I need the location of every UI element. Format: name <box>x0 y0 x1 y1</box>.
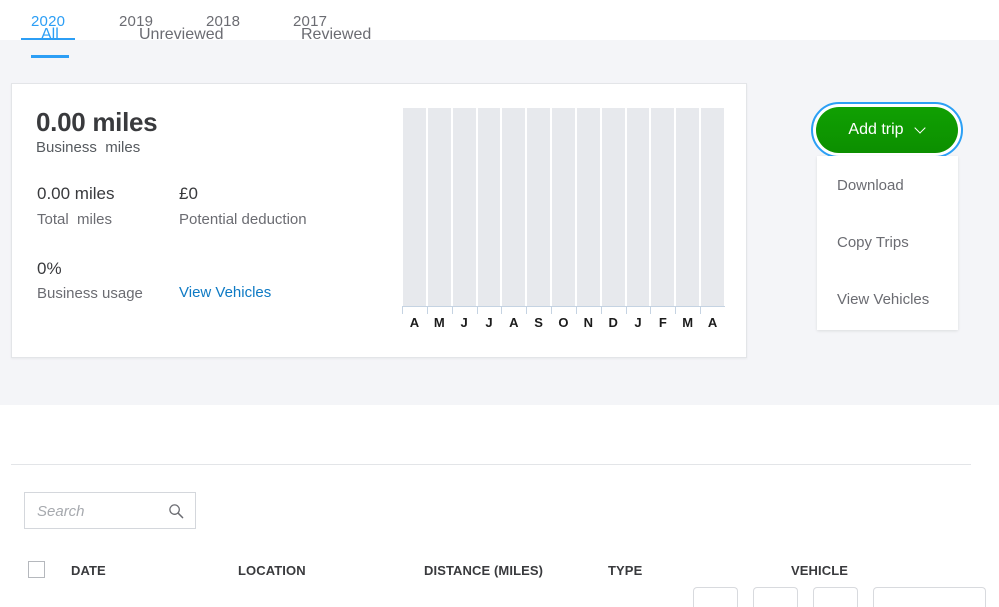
chart-bar-track <box>626 108 650 306</box>
chart-x-axis-labels: AMJJASONDJFMA <box>402 314 725 332</box>
chart-x-label: N <box>583 315 594 330</box>
status-tab-bar: All Unreviewed Reviewed <box>11 26 971 66</box>
chart-bar-track <box>576 108 600 306</box>
chart-bar-J-3[interactable] <box>477 108 502 306</box>
chart-bar-A-0[interactable] <box>402 108 427 306</box>
total-miles-label: Total miles <box>37 211 113 228</box>
chart-bar-A-4[interactable] <box>501 108 526 306</box>
dropdown-item-view-vehicles[interactable]: View Vehicles <box>837 291 929 308</box>
chart-bar-M-1[interactable] <box>427 108 452 306</box>
dropdown-item-copy-trips[interactable]: Copy Trips <box>837 234 909 251</box>
chart-tick <box>551 307 576 314</box>
chart-x-label: M <box>682 315 694 330</box>
column-header-type[interactable]: TYPE <box>608 563 642 578</box>
chart-x-axis-ticks <box>402 307 725 314</box>
chart-bar-J-2[interactable] <box>452 108 477 306</box>
status-tab-label: Unreviewed <box>139 26 224 43</box>
add-trip-button[interactable]: Add trip <box>816 107 958 153</box>
status-tab-label: All <box>41 26 59 43</box>
chart-tick <box>501 307 526 314</box>
search-box[interactable] <box>24 492 196 530</box>
chart-bar-track <box>676 108 700 306</box>
status-tab-active-underline <box>31 55 69 58</box>
chart-bar-track <box>452 108 476 306</box>
status-tabs-divider <box>11 464 971 465</box>
chart-bar-track <box>403 108 426 306</box>
chart-bar-J-9[interactable] <box>626 108 651 306</box>
chart-x-label: A <box>509 315 519 330</box>
business-miles-value: 0.00 miles <box>36 107 158 137</box>
chart-x-label: J <box>634 315 642 330</box>
column-header-location[interactable]: LOCATION <box>238 563 306 578</box>
chart-tick <box>451 307 477 314</box>
monthly-mileage-chart: AMJJASONDJFMA <box>402 108 725 330</box>
chart-bar-O-6[interactable] <box>551 108 576 306</box>
chart-tick <box>675 307 700 314</box>
chart-bar-S-5[interactable] <box>526 108 551 306</box>
select-all-checkbox[interactable] <box>28 561 45 578</box>
add-trip-button-group: Add trip <box>811 102 963 158</box>
status-tab-unreviewed[interactable]: Unreviewed <box>139 26 223 58</box>
table-control-button-3[interactable] <box>873 587 986 607</box>
status-tab-all[interactable]: All <box>31 26 69 58</box>
chart-x-label: O <box>558 315 569 330</box>
chart-tick <box>426 307 452 314</box>
chart-x-label: J <box>460 315 468 330</box>
chart-tick <box>700 307 725 314</box>
chart-x-label: J <box>485 315 493 330</box>
chart-bar-track <box>427 108 451 306</box>
column-header-vehicle[interactable]: VEHICLE <box>791 563 848 578</box>
column-header-date[interactable]: DATE <box>71 563 106 578</box>
table-control-button-0[interactable] <box>693 587 738 607</box>
chart-bar-track <box>552 108 575 306</box>
dropdown-item-download[interactable]: Download <box>837 177 904 194</box>
chart-bar-M-11[interactable] <box>675 108 700 306</box>
chart-x-label: A <box>707 315 718 330</box>
table-control-button-2[interactable] <box>813 587 858 607</box>
chart-tick <box>402 307 427 314</box>
column-header-distance-miles[interactable]: DISTANCE (MILES) <box>424 563 543 578</box>
business-miles-label: Business miles <box>36 139 141 156</box>
chart-bar-track <box>477 108 501 306</box>
business-usage-value: 0% <box>37 259 62 278</box>
chart-x-label: D <box>608 315 618 330</box>
view-vehicles-link[interactable]: View Vehicles <box>179 284 271 301</box>
chart-bar-track <box>502 108 526 306</box>
chart-bar-track <box>601 108 625 306</box>
chart-tick <box>476 307 502 314</box>
chart-tick <box>575 307 601 314</box>
search-input[interactable] <box>35 493 164 530</box>
chart-x-label: S <box>534 315 543 330</box>
add-trip-button-label: Add trip <box>848 121 904 138</box>
chart-plot-area <box>402 108 725 306</box>
chart-x-label: M <box>433 315 445 330</box>
chart-tick <box>650 307 675 314</box>
chart-bar-F-10[interactable] <box>650 108 675 306</box>
status-tab-label: Reviewed <box>301 26 372 43</box>
chart-bar-D-8[interactable] <box>601 108 626 306</box>
search-icon[interactable] <box>168 503 184 519</box>
potential-deduction-value: £0 <box>179 184 198 203</box>
add-trip-dropdown-menu: Download Copy Trips View Vehicles <box>817 156 958 330</box>
total-miles-value: 0.00 miles <box>37 184 115 203</box>
status-tab-reviewed[interactable]: Reviewed <box>301 26 371 58</box>
chart-bar-track <box>527 108 551 306</box>
chart-bar-track <box>701 108 724 306</box>
chart-x-label: F <box>658 315 667 330</box>
potential-deduction-label: Potential deduction <box>179 211 307 228</box>
chart-bar-N-7[interactable] <box>576 108 601 306</box>
chevron-down-icon <box>915 123 926 134</box>
chart-tick <box>625 307 651 314</box>
chart-bar-track <box>651 108 675 306</box>
business-usage-label: Business usage <box>37 285 143 302</box>
table-control-button-1[interactable] <box>753 587 798 607</box>
chart-x-label: A <box>409 315 420 330</box>
chart-tick <box>600 307 626 314</box>
chart-tick <box>526 307 551 314</box>
chart-bar-A-12[interactable] <box>700 108 725 306</box>
